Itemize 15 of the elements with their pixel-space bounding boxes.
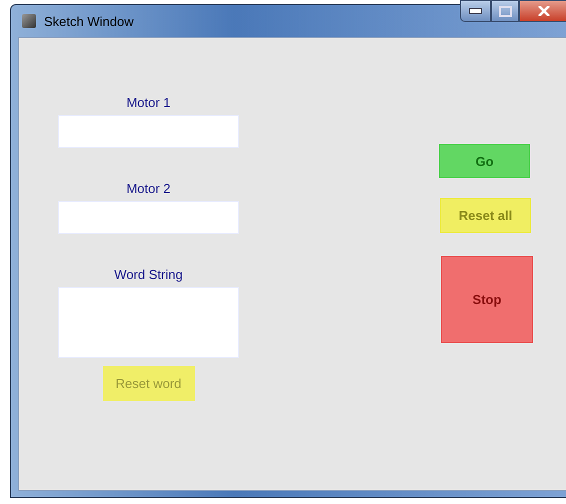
reset-word-button[interactable]: Reset word xyxy=(102,366,194,401)
close-button[interactable] xyxy=(519,0,566,22)
field-label: Motor 1 xyxy=(126,95,171,110)
input-field[interactable] xyxy=(58,201,239,234)
field-label: Word String xyxy=(114,267,183,282)
window-title: Sketch Window xyxy=(44,14,134,28)
maximize-button[interactable] xyxy=(491,0,519,22)
close-icon xyxy=(538,6,550,16)
reset-all-button[interactable]: Reset all xyxy=(440,198,531,233)
go-button[interactable]: Go xyxy=(439,144,530,178)
app-icon xyxy=(22,14,36,28)
input-field[interactable] xyxy=(58,115,239,148)
field-label: Motor 2 xyxy=(126,181,171,196)
minimize-button[interactable] xyxy=(460,0,491,22)
stop-button[interactable]: Stop xyxy=(441,256,533,343)
